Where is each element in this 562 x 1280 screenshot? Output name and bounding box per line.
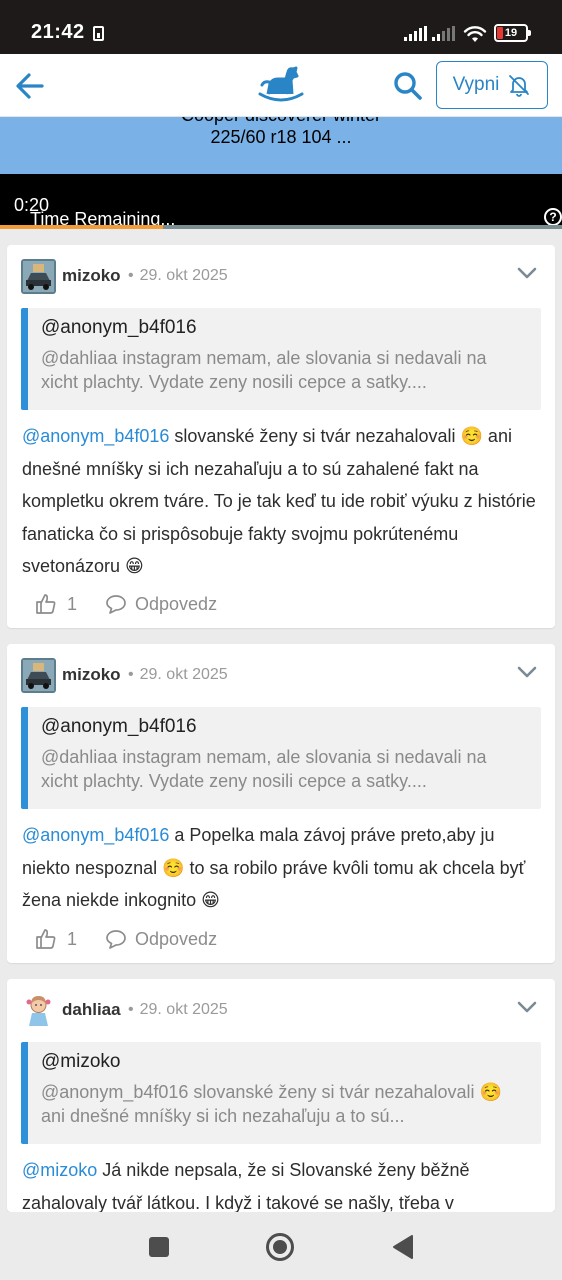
comment-author[interactable]: dahliaa xyxy=(62,1000,121,1020)
help-icon[interactable]: ? xyxy=(544,208,562,226)
circle-home-icon[interactable] xyxy=(265,1232,295,1262)
status-bar: 21:42 19 xyxy=(0,0,562,54)
video-progress-bar[interactable] xyxy=(0,225,562,229)
wifi-icon xyxy=(463,26,487,42)
comment-author[interactable]: mizoko xyxy=(62,266,121,286)
comment-actions: 1 Odpovedz xyxy=(35,928,217,950)
video-progress-fill xyxy=(0,225,163,229)
quoted-text: @dahliaa instagram nemam, ale slovania s… xyxy=(41,747,487,791)
comment-bubble-icon xyxy=(106,930,126,949)
signal-icon xyxy=(404,26,427,41)
comment-text: @anonym_b4f016 slovanské ženy si tvár ne… xyxy=(22,426,536,576)
status-time: 21:42 xyxy=(31,21,85,43)
triangle-back-icon[interactable] xyxy=(392,1234,414,1260)
quoted-author: @mizoko xyxy=(41,1051,121,1072)
quoted-text: @anonym_b4f016 slovanské ženy si tvár ne… xyxy=(41,1082,502,1126)
app-header: Vypni xyxy=(0,54,562,117)
like-count: 1 xyxy=(67,928,78,949)
sim-card-icon xyxy=(93,26,104,41)
comment-date: • 29. okt 2025 xyxy=(128,1001,228,1018)
comment-date: • 29. okt 2025 xyxy=(128,666,228,683)
thumbs-up-icon xyxy=(36,594,56,614)
comment-date: • 29. okt 2025 xyxy=(128,267,228,284)
chevron-down-icon[interactable] xyxy=(515,995,539,1019)
mention-link[interactable]: @mizoko xyxy=(22,1160,97,1180)
chevron-down-icon[interactable] xyxy=(515,660,539,684)
comment-actions: 1 Odpovedz xyxy=(35,593,217,615)
rocking-horse-logo[interactable] xyxy=(258,64,304,104)
reply-label: Odpovedz xyxy=(135,593,218,614)
reply-button[interactable]: Odpovedz xyxy=(105,593,217,615)
comment-text: @mizoko Já nikde nepsala, že si Slovansk… xyxy=(22,1160,470,1212)
quoted-text: @dahliaa instagram nemam, ale slovania s… xyxy=(41,348,487,392)
battery-indicator: 19 xyxy=(494,24,531,42)
arrow-left-icon[interactable] xyxy=(12,68,48,104)
reply-label: Odpovedz xyxy=(135,928,218,949)
like-button[interactable]: 1 xyxy=(35,593,77,615)
girl-cartoon-avatar[interactable] xyxy=(21,993,56,1028)
search-icon[interactable] xyxy=(390,68,426,104)
square-recents-icon[interactable] xyxy=(148,1236,170,1258)
comment-author[interactable]: mizoko xyxy=(62,665,121,685)
reply-button[interactable]: Odpovedz xyxy=(105,928,217,950)
like-button[interactable]: 1 xyxy=(35,928,77,950)
comment-text: @anonym_b4f016 a Popelka mala závoj práv… xyxy=(22,825,526,910)
car-photo-avatar[interactable] xyxy=(21,658,56,693)
comment-bubble-icon xyxy=(106,595,126,614)
comment-card: dahliaa • 29. okt 2025 @mizoko @anonym_b4… xyxy=(7,979,555,1212)
signal-icon-secondary xyxy=(432,26,455,41)
video-ad-banner[interactable]: Cooper discoverer winter 225/60 r18 104 … xyxy=(0,117,562,229)
quoted-comment[interactable]: @mizoko @anonym_b4f016 slovanské ženy si… xyxy=(21,1042,541,1144)
quoted-comment[interactable]: @anonym_b4f016 @dahliaa instagram nemam,… xyxy=(21,707,541,809)
ad-title-line1: Cooper discoverer winter xyxy=(0,117,562,126)
mute-button-label: Vypni xyxy=(452,74,500,95)
quoted-author: @anonym_b4f016 xyxy=(41,317,197,338)
mention-link[interactable]: @anonym_b4f016 xyxy=(22,426,169,446)
thumbs-up-icon xyxy=(36,929,56,949)
ad-title-line2: 225/60 r18 104 ... xyxy=(210,127,352,147)
mention-link[interactable]: @anonym_b4f016 xyxy=(22,825,169,845)
comment-card: mizoko • 29. okt 2025 @anonym_b4f016 @dah… xyxy=(7,245,555,628)
like-count: 1 xyxy=(67,593,78,614)
car-photo-avatar[interactable] xyxy=(21,259,56,294)
mute-notifications-button[interactable]: Vypni xyxy=(436,61,548,109)
battery-level: 19 xyxy=(504,27,518,39)
chevron-down-icon[interactable] xyxy=(515,261,539,285)
system-nav-bar xyxy=(0,1212,562,1280)
battery-level-fill xyxy=(497,27,503,39)
comment-card: mizoko • 29. okt 2025 @anonym_b4f016 @dah… xyxy=(7,644,555,963)
quoted-comment[interactable]: @anonym_b4f016 @dahliaa instagram nemam,… xyxy=(21,308,541,410)
bell-off-icon xyxy=(509,75,530,97)
quoted-author: @anonym_b4f016 xyxy=(41,716,197,737)
